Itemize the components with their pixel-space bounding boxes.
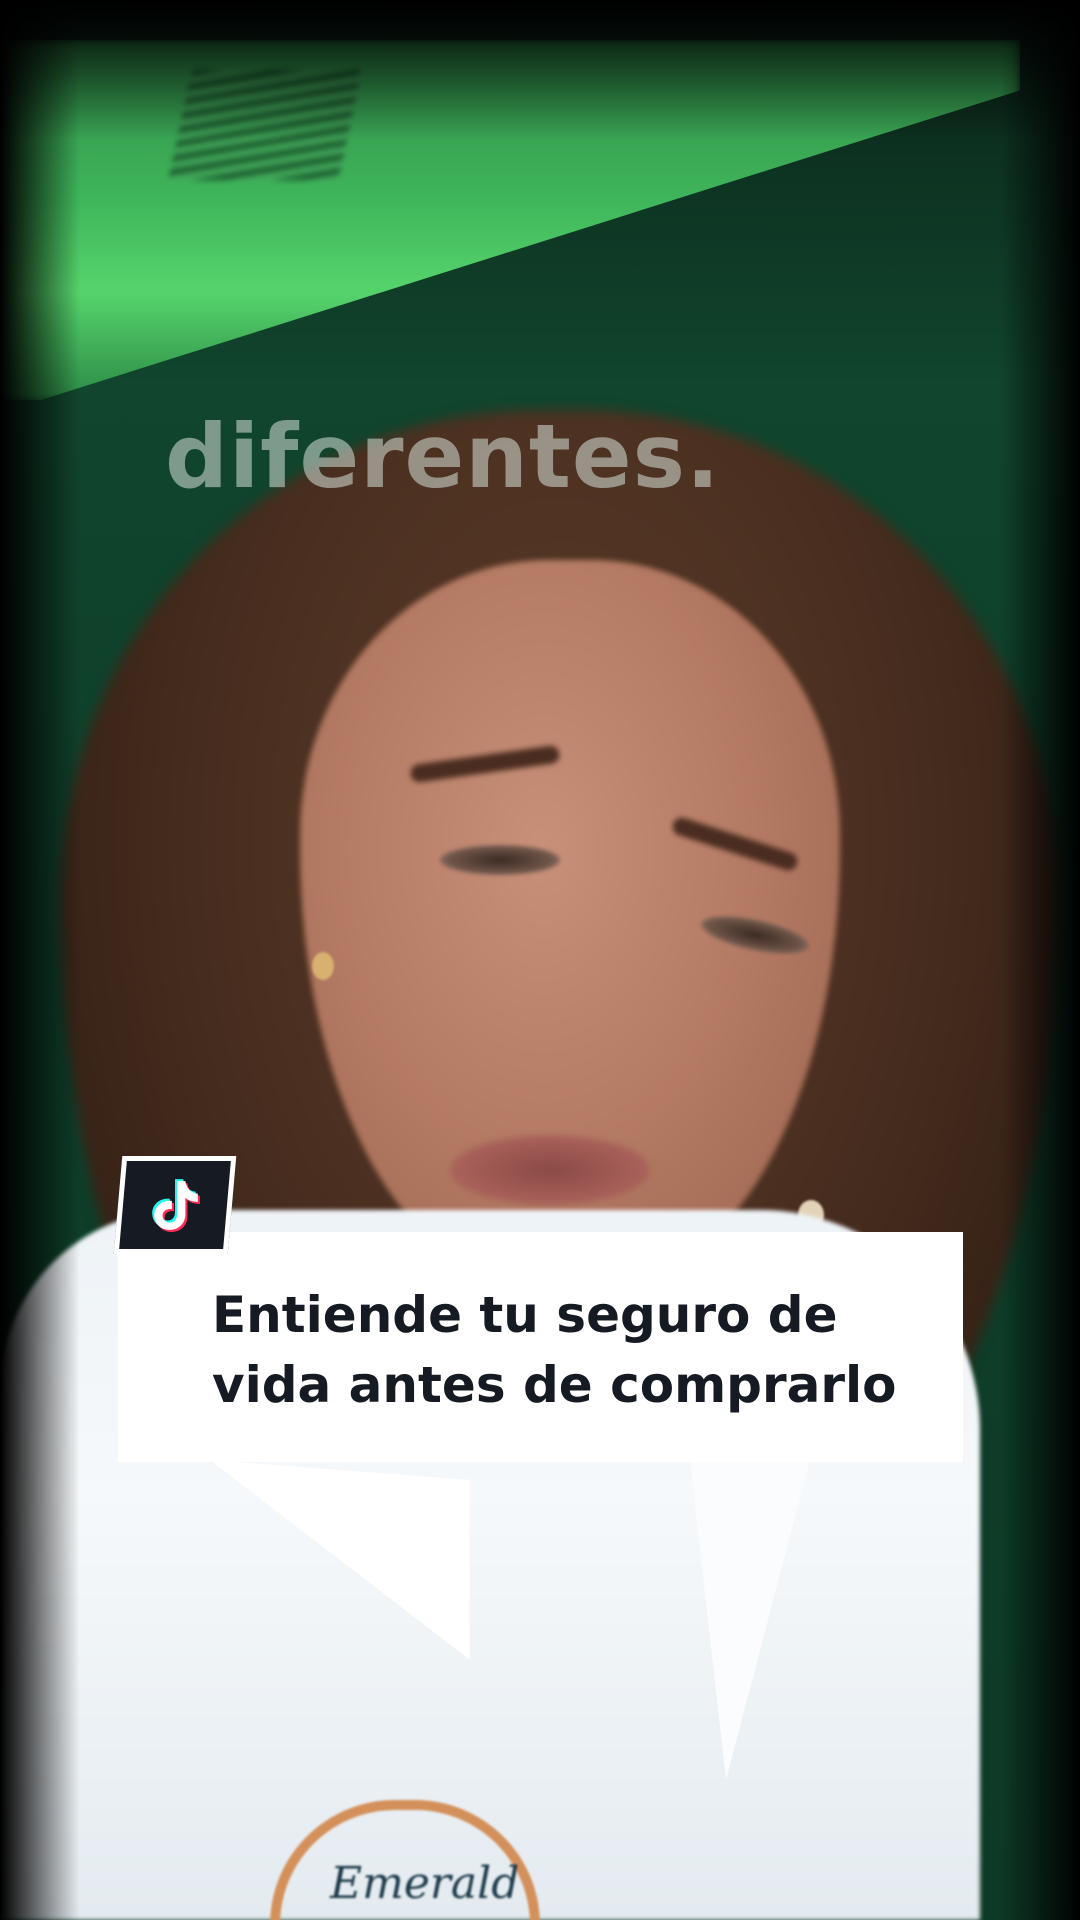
speaker-eye-left (440, 845, 560, 875)
title-line-1: Entiende tu seguro de (212, 1286, 838, 1344)
ceiling-background (0, 40, 1020, 400)
shirt-logo-text: Emerald (330, 1858, 520, 1909)
tiktok-logo-icon (152, 1179, 200, 1232)
speaker-lips (450, 1135, 650, 1205)
video-caption: diferentes. (165, 405, 721, 508)
speaker-earring-left (312, 952, 334, 980)
video-frame[interactable]: Emerald (0, 0, 1080, 1920)
title-card: Entiende tu seguro de vida antes de comp… (118, 1232, 963, 1462)
ceiling-vent (168, 70, 362, 180)
title-line-2: vida antes de comprarlo (212, 1356, 897, 1414)
tiktok-badge (113, 1156, 237, 1254)
